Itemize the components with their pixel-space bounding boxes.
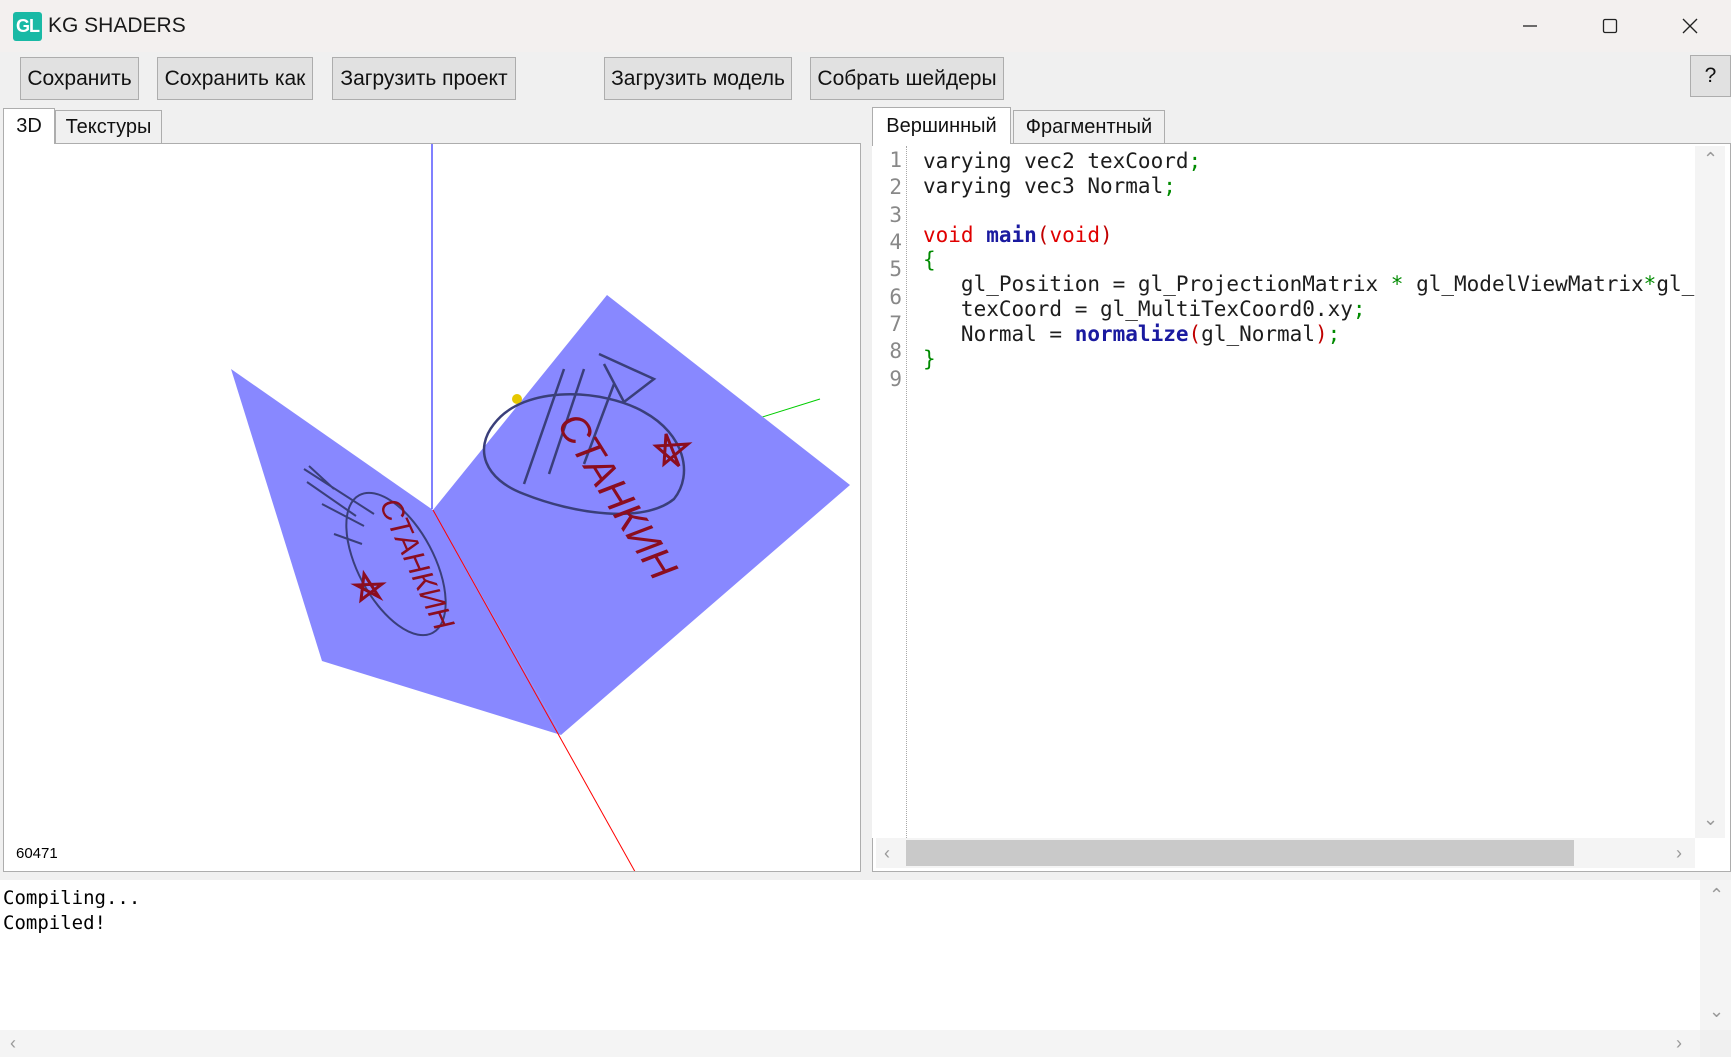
save-as-button[interactable]: Сохранить как: [157, 57, 313, 100]
3d-viewport[interactable]: СТАНКИН СТАНКИН: [3, 143, 861, 872]
close-button[interactable]: [1650, 0, 1730, 52]
console-line: Compiled!: [3, 912, 106, 934]
code-line[interactable]: Normal = normalize(gl_Normal);: [923, 321, 1694, 346]
minimize-button[interactable]: [1490, 0, 1570, 52]
console-horizontal-scrollbar[interactable]: ‹ ›: [0, 1030, 1700, 1057]
scene-canvas[interactable]: СТАНКИН СТАНКИН: [4, 144, 861, 872]
frame-counter: 60471: [16, 845, 58, 862]
code-line[interactable]: void main(void): [923, 222, 1694, 247]
app-logo-icon: GL: [13, 12, 42, 41]
line-number: 6: [889, 285, 902, 309]
maximize-button[interactable]: [1570, 0, 1650, 52]
line-number: 1: [889, 148, 902, 172]
line-number: 2: [889, 175, 902, 199]
tab-fragment-shader[interactable]: Фрагментный: [1013, 110, 1165, 143]
tab-vertex-shader[interactable]: Вершинный: [872, 107, 1011, 144]
axis-y-line: [755, 398, 821, 420]
scroll-right-icon[interactable]: ›: [1676, 1034, 1682, 1052]
scroll-up-icon[interactable]: ⌃: [1703, 150, 1718, 168]
tab-textures[interactable]: Текстуры: [55, 110, 162, 143]
line-number-gutter: 1 2 3 4 5 6 7 8 9: [872, 146, 907, 838]
scroll-up-icon[interactable]: ⌃: [1709, 886, 1724, 904]
title-bar: [0, 0, 1731, 52]
load-project-button[interactable]: Загрузить проект: [332, 57, 516, 100]
code-line[interactable]: varying vec3 Normal;: [923, 173, 1694, 198]
code-line[interactable]: varying vec2 texCoord;: [923, 148, 1694, 173]
editor-vertical-scrollbar[interactable]: ⌃ ⌄: [1695, 146, 1725, 838]
scroll-down-icon[interactable]: ⌄: [1703, 810, 1718, 828]
minimize-icon: [1523, 25, 1537, 27]
maximize-icon: [1602, 18, 1618, 34]
code-line[interactable]: texCoord = gl_MultiTexCoord0.xy;: [923, 296, 1694, 321]
load-model-button[interactable]: Загрузить модель: [604, 57, 792, 100]
scroll-left-icon[interactable]: ‹: [884, 844, 890, 862]
scroll-down-icon[interactable]: ⌄: [1709, 1002, 1724, 1020]
line-number: 5: [889, 257, 902, 281]
line-number: 3: [889, 203, 902, 227]
console-output: Compiling... Compiled!: [3, 886, 140, 936]
window-title: KG SHADERS: [48, 14, 186, 37]
line-number: 8: [889, 339, 902, 363]
line-number: 9: [889, 367, 902, 391]
console-line: Compiling...: [3, 887, 141, 909]
code-line[interactable]: [923, 197, 1694, 222]
code-lines[interactable]: varying vec2 texCoord; varying vec3 Norma…: [923, 148, 1694, 371]
build-shaders-button[interactable]: Собрать шейдеры: [810, 57, 1004, 100]
editor-scroll-thumb[interactable]: [906, 840, 1574, 866]
line-number: 4: [889, 230, 902, 254]
tab-3d[interactable]: 3D: [3, 108, 55, 144]
console-vertical-scrollbar[interactable]: ⌃ ⌄: [1700, 880, 1731, 1030]
code-line[interactable]: }: [923, 346, 1694, 371]
close-icon: [1682, 18, 1698, 34]
save-button[interactable]: Сохранить: [20, 57, 139, 100]
compiler-output-console[interactable]: [0, 880, 1700, 1030]
scroll-left-icon[interactable]: ‹: [10, 1034, 16, 1052]
scroll-right-icon[interactable]: ›: [1676, 844, 1682, 862]
help-button[interactable]: ?: [1690, 55, 1731, 97]
line-number: 7: [889, 312, 902, 336]
code-line[interactable]: gl_Position = gl_ProjectionMatrix * gl_M…: [923, 271, 1694, 296]
code-line[interactable]: {: [923, 247, 1694, 272]
